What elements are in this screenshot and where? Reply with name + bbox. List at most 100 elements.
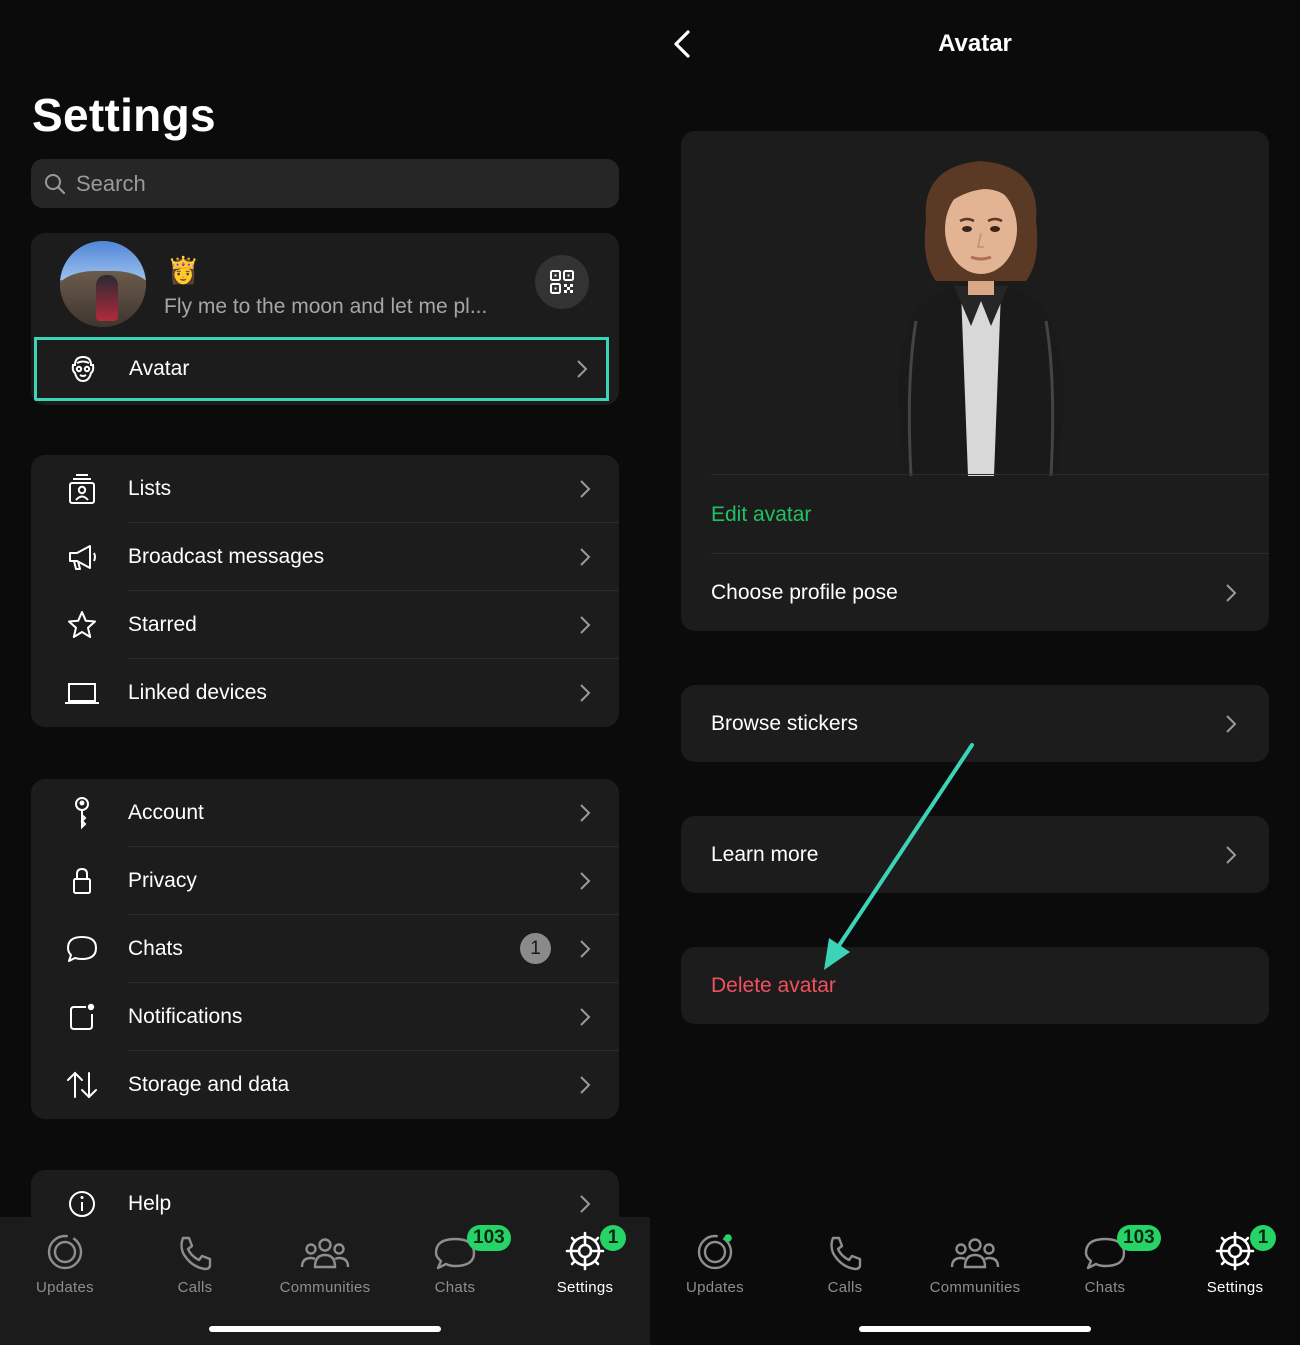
settings-item-privacy[interactable]: Privacy [31,847,619,915]
avatar-3d-image [897,161,1065,476]
avatar-row[interactable]: Avatar [34,337,609,401]
chats-unread-badge: 103 [1117,1225,1161,1251]
chevron-right-icon [1225,583,1237,603]
communities-icon [950,1238,1000,1269]
learn-more-row[interactable]: Learn more [681,816,1269,893]
bottom-tab-bar: Updates Calls Communities 103 Chats 1 Se… [650,1217,1300,1345]
page-title: Avatar [938,30,1012,57]
phone-icon [830,1236,862,1271]
profile-photo[interactable] [60,241,146,327]
chevron-right-icon [1225,845,1237,865]
profile-card: 👸 Fly me to the moon and let me pl... Av… [31,233,619,405]
choose-profile-pose-label: Choose profile pose [711,581,898,604]
tab-calls[interactable]: Calls [130,1225,260,1296]
search-icon [45,173,66,194]
edit-avatar-button[interactable]: Edit avatar [681,476,1269,554]
tab-updates[interactable]: Updates [650,1225,780,1296]
tab-label: Settings [1206,1279,1264,1296]
settings-item-chats[interactable]: Chats 1 [31,915,619,983]
settings-badge: 1 [600,1225,626,1251]
browse-stickers-label: Browse stickers [711,712,859,735]
tab-chats[interactable]: 103 Chats [1040,1225,1170,1296]
home-indicator [859,1326,1091,1332]
settings-screen: Settings 👸 Fly me to the moon and let me… [0,0,650,1345]
avatar-label: Avatar [129,357,190,380]
bottom-tab-bar: Updates Calls Communities 103 Chats 1 Se… [0,1217,650,1345]
qr-code-button[interactable] [535,255,589,309]
tab-communities[interactable]: Communities [910,1225,1040,1296]
edit-avatar-label: Edit avatar [711,503,812,526]
settings-item-starred[interactable]: Starred [31,591,619,659]
settings-item-storage[interactable]: Storage and data [31,1051,619,1119]
storage-arrows-icon [64,1067,100,1103]
chats-unread-badge: 1 [520,933,551,964]
delete-avatar-label: Delete avatar [711,974,836,997]
tab-settings[interactable]: 1 Settings [1170,1225,1300,1296]
settings-badge: 1 [1250,1225,1276,1251]
settings-item-label: Account [128,801,204,824]
chevron-right-icon [579,939,591,959]
tab-label: Updates [36,1279,94,1296]
chevron-right-icon [579,683,591,703]
chevron-right-icon [579,1075,591,1095]
chevron-right-icon [579,803,591,823]
search-input[interactable] [76,159,619,208]
tab-chats[interactable]: 103 Chats [390,1225,520,1296]
search-bar[interactable] [31,159,619,208]
avatar-face-icon [65,351,101,387]
delete-avatar-row[interactable]: Delete avatar [681,947,1269,1024]
settings-item-lists[interactable]: Lists [31,455,619,523]
settings-item-label: Storage and data [128,1073,290,1096]
laptop-icon [64,675,100,711]
chat-bubble-icon [64,931,100,967]
tab-settings[interactable]: 1 Settings [520,1225,650,1296]
avatar-card: Edit avatar Choose profile pose [681,131,1269,631]
settings-item-broadcast[interactable]: Broadcast messages [31,523,619,591]
avatar-screen: Avatar Edit avatar Choose profile pose B… [650,0,1300,1345]
chevron-right-icon [579,547,591,567]
qr-code-icon [550,270,574,294]
learn-more-label: Learn more [711,843,819,866]
tab-label: Communities [279,1279,371,1296]
page-title: Settings [32,89,216,141]
key-icon [64,795,100,831]
settings-item-notifications[interactable]: Notifications [31,983,619,1051]
chats-unread-badge: 103 [467,1225,511,1251]
settings-item-linked-devices[interactable]: Linked devices [31,659,619,727]
tab-label: Updates [686,1279,744,1296]
tab-updates[interactable]: Updates [0,1225,130,1296]
tab-calls[interactable]: Calls [780,1225,910,1296]
tab-label: Calls [177,1279,213,1296]
chevron-right-icon [579,479,591,499]
home-indicator [209,1326,441,1332]
chevron-right-icon [576,359,588,379]
profile-about[interactable]: Fly me to the moon and let me pl... [164,295,487,319]
tab-label: Calls [827,1279,863,1296]
chevron-right-icon [1225,714,1237,734]
settings-item-label: Privacy [128,869,197,892]
chevron-right-icon [579,1007,591,1027]
star-icon [64,607,100,643]
chevron-right-icon [579,871,591,891]
chevron-right-icon [579,1194,591,1214]
settings-item-label: Starred [128,613,197,636]
settings-group-lists: Lists Broadcast messages Starred Linked … [31,455,619,727]
phone-icon [180,1236,212,1271]
settings-item-account[interactable]: Account [31,779,619,847]
chevron-right-icon [579,615,591,635]
choose-profile-pose-row[interactable]: Choose profile pose [681,554,1269,631]
settings-item-label: Chats [128,937,183,960]
lock-icon [64,863,100,899]
tab-communities[interactable]: Communities [260,1225,390,1296]
tab-label: Chats [1084,1279,1126,1296]
settings-item-label: Broadcast messages [128,545,325,568]
settings-group-account: Account Privacy Chats 1 Notifications St… [31,779,619,1119]
settings-item-label: Lists [128,477,172,500]
megaphone-icon [64,539,100,575]
status-emoji: 👸 [167,255,200,285]
tab-label: Settings [556,1279,614,1296]
settings-item-label: Notifications [128,1005,243,1028]
updates-icon [47,1234,83,1270]
lists-icon [64,471,100,507]
browse-stickers-row[interactable]: Browse stickers [681,685,1269,762]
